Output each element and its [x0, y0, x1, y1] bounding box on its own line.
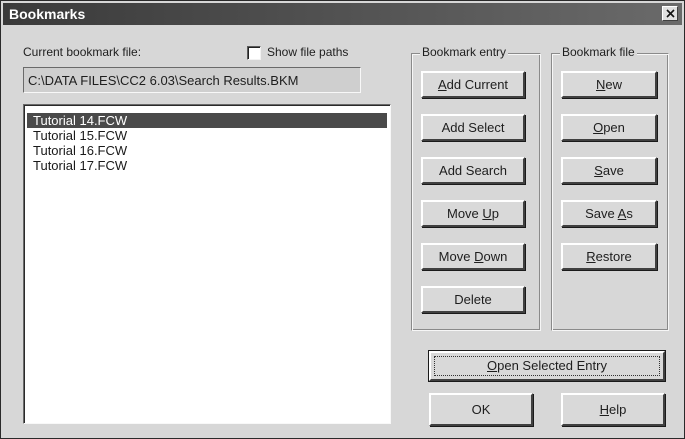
add-current-button[interactable]: Add Current — [421, 71, 525, 98]
add-select-button[interactable]: Add Select — [421, 114, 525, 141]
open-selected-entry-label: Open Selected Entry — [487, 358, 607, 373]
add-search-button[interactable]: Add Search — [421, 157, 525, 184]
save-label: Save — [594, 163, 624, 178]
bookmark-entry-group-label: Bookmark entry — [420, 45, 509, 59]
open-label: Open — [593, 120, 625, 135]
restore-label: Restore — [586, 249, 632, 264]
help-label: Help — [599, 402, 627, 417]
title-bar[interactable]: Bookmarks — [3, 3, 682, 25]
open-selected-entry-button[interactable]: Open Selected Entry — [428, 350, 666, 382]
bookmarks-dialog: Bookmarks Current bookmark file: Show fi… — [0, 0, 685, 439]
move-down-label: Move Down — [438, 249, 508, 264]
list-item[interactable]: Tutorial 17.FCW — [27, 158, 387, 173]
save-button[interactable]: Save — [561, 157, 657, 184]
move-down-button[interactable]: Move Down — [421, 243, 525, 270]
move-up-label: Move Up — [446, 206, 500, 221]
list-item[interactable]: Tutorial 14.FCW — [27, 113, 387, 128]
show-file-paths-checkbox[interactable] — [247, 46, 261, 60]
new-label: New — [595, 77, 622, 92]
close-button[interactable] — [662, 6, 678, 21]
restore-button[interactable]: Restore — [561, 243, 657, 270]
open-button[interactable]: Open — [561, 114, 657, 141]
dialog-title: Bookmarks — [9, 6, 86, 22]
ok-button[interactable]: OK — [429, 393, 533, 426]
move-up-button[interactable]: Move Up — [421, 200, 525, 227]
add-current-label: Add Current — [437, 77, 509, 92]
list-item[interactable]: Tutorial 15.FCW — [27, 128, 387, 143]
help-button[interactable]: Help — [561, 393, 665, 426]
close-icon — [666, 9, 675, 18]
bookmark-file-path: C:\DATA FILES\CC2 6.03\Search Results.BK… — [23, 67, 361, 93]
delete-button[interactable]: Delete — [421, 286, 525, 313]
save-as-label: Save As — [585, 206, 633, 221]
current-bookmark-file-label: Current bookmark file: — [23, 45, 142, 59]
save-as-button[interactable]: Save As — [561, 200, 657, 227]
bookmark-file-group-label: Bookmark file — [560, 45, 637, 59]
bookmark-list[interactable]: Tutorial 14.FCW Tutorial 15.FCW Tutorial… — [23, 104, 391, 424]
new-button[interactable]: New — [561, 71, 657, 98]
list-item[interactable]: Tutorial 16.FCW — [27, 143, 387, 158]
show-file-paths-label[interactable]: Show file paths — [267, 45, 348, 59]
